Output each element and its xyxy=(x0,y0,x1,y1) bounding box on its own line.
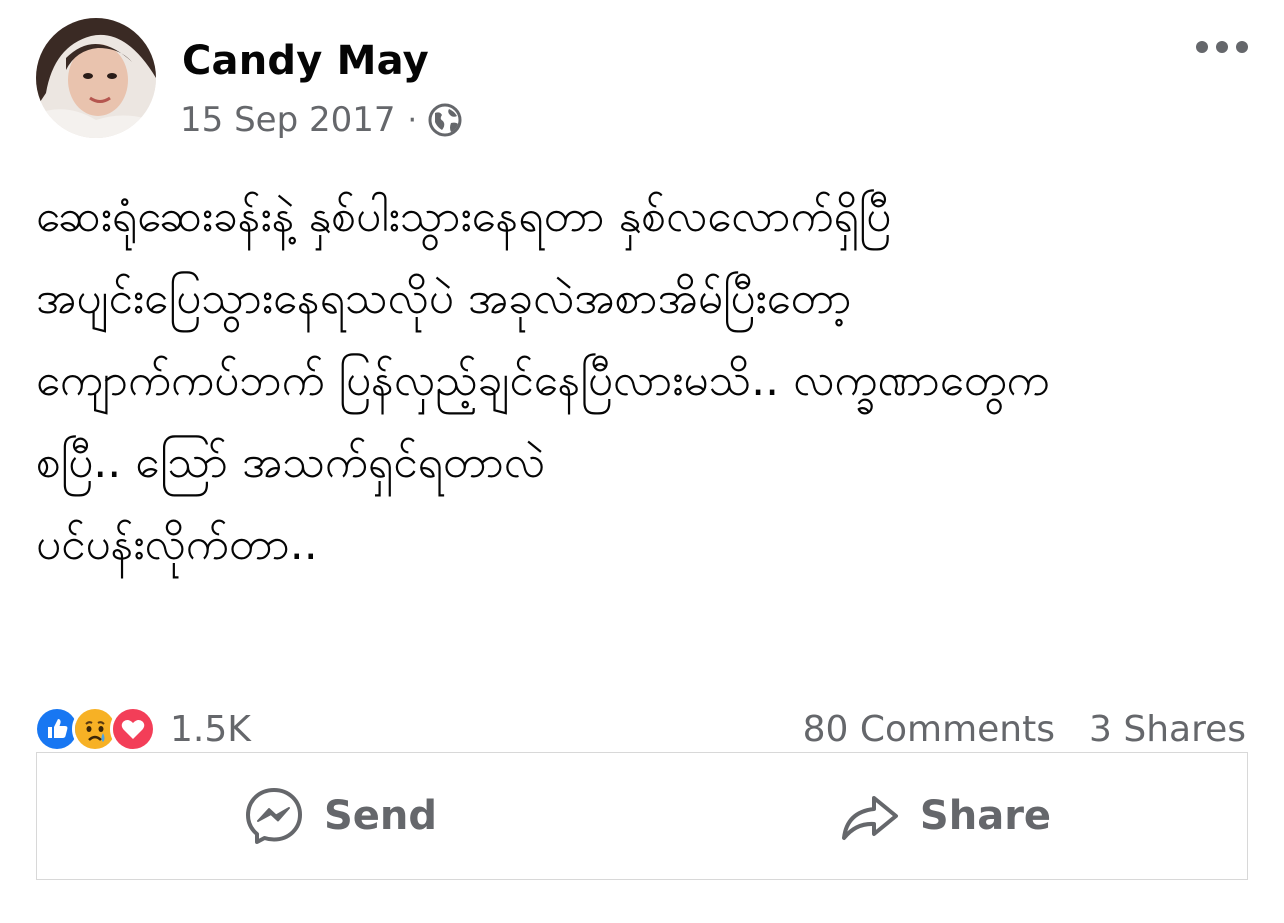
post-text-line: စပြီ.. သြော် အသက်ရှင်ရတာလဲ xyxy=(36,437,546,488)
share-button[interactable]: Share xyxy=(642,753,1247,879)
dot-icon xyxy=(1196,41,1208,53)
globe-icon[interactable] xyxy=(427,102,463,138)
reaction-count: 1.5K xyxy=(170,708,251,750)
dot-icon xyxy=(1236,41,1248,53)
post-text-line: ဆေးရုံဆေးခန်းနဲ့ နှစ်ပါးသွားနေရတာ နှစ်လလ… xyxy=(36,191,892,242)
post-date[interactable]: 15 Sep 2017 xyxy=(180,100,396,140)
share-arrow-icon xyxy=(838,784,902,848)
post-text-line: အပျင်းပြေသွားနေရသလိုပဲ အခုလဲအစာအိမ်ပြီးတ… xyxy=(36,273,852,324)
send-button[interactable]: Send xyxy=(37,753,642,879)
action-bar: Send Share xyxy=(36,752,1248,880)
post-text: ဆေးရုံဆေးခန်းနဲ့ နှစ်ပါးသွားနေရတာ နှစ်လလ… xyxy=(36,176,1256,586)
post-text-line: ကျောက်ကပ်ဘက် ပြန်လှည့်ချင်နေပြီလားမသိ.. … xyxy=(36,355,1050,406)
shares-count-link[interactable]: 3 Shares xyxy=(1089,709,1246,750)
post-text-line: ပင်ပန်းလိုက်တာ.. xyxy=(36,519,318,570)
dot-icon xyxy=(1216,41,1228,53)
messenger-icon xyxy=(242,784,306,848)
meta-separator: · xyxy=(407,102,418,138)
avatar-icon xyxy=(36,18,156,138)
engagement-stats: 80 Comments 3 Shares xyxy=(803,705,1246,753)
love-icon xyxy=(110,706,156,752)
send-label: Send xyxy=(323,793,438,839)
author-name[interactable]: Candy May xyxy=(182,38,429,84)
more-options-button[interactable] xyxy=(1196,36,1248,58)
post-card: Candy May 15 Sep 2017 · ဆေးရုံဆေးခန်းနဲ့… xyxy=(0,0,1284,923)
post-meta: 15 Sep 2017 · xyxy=(180,98,463,142)
share-label: Share xyxy=(919,793,1052,839)
avatar[interactable] xyxy=(36,18,156,138)
reactions-summary[interactable]: 1.5K xyxy=(34,705,251,753)
comments-count-link[interactable]: 80 Comments xyxy=(803,709,1055,750)
